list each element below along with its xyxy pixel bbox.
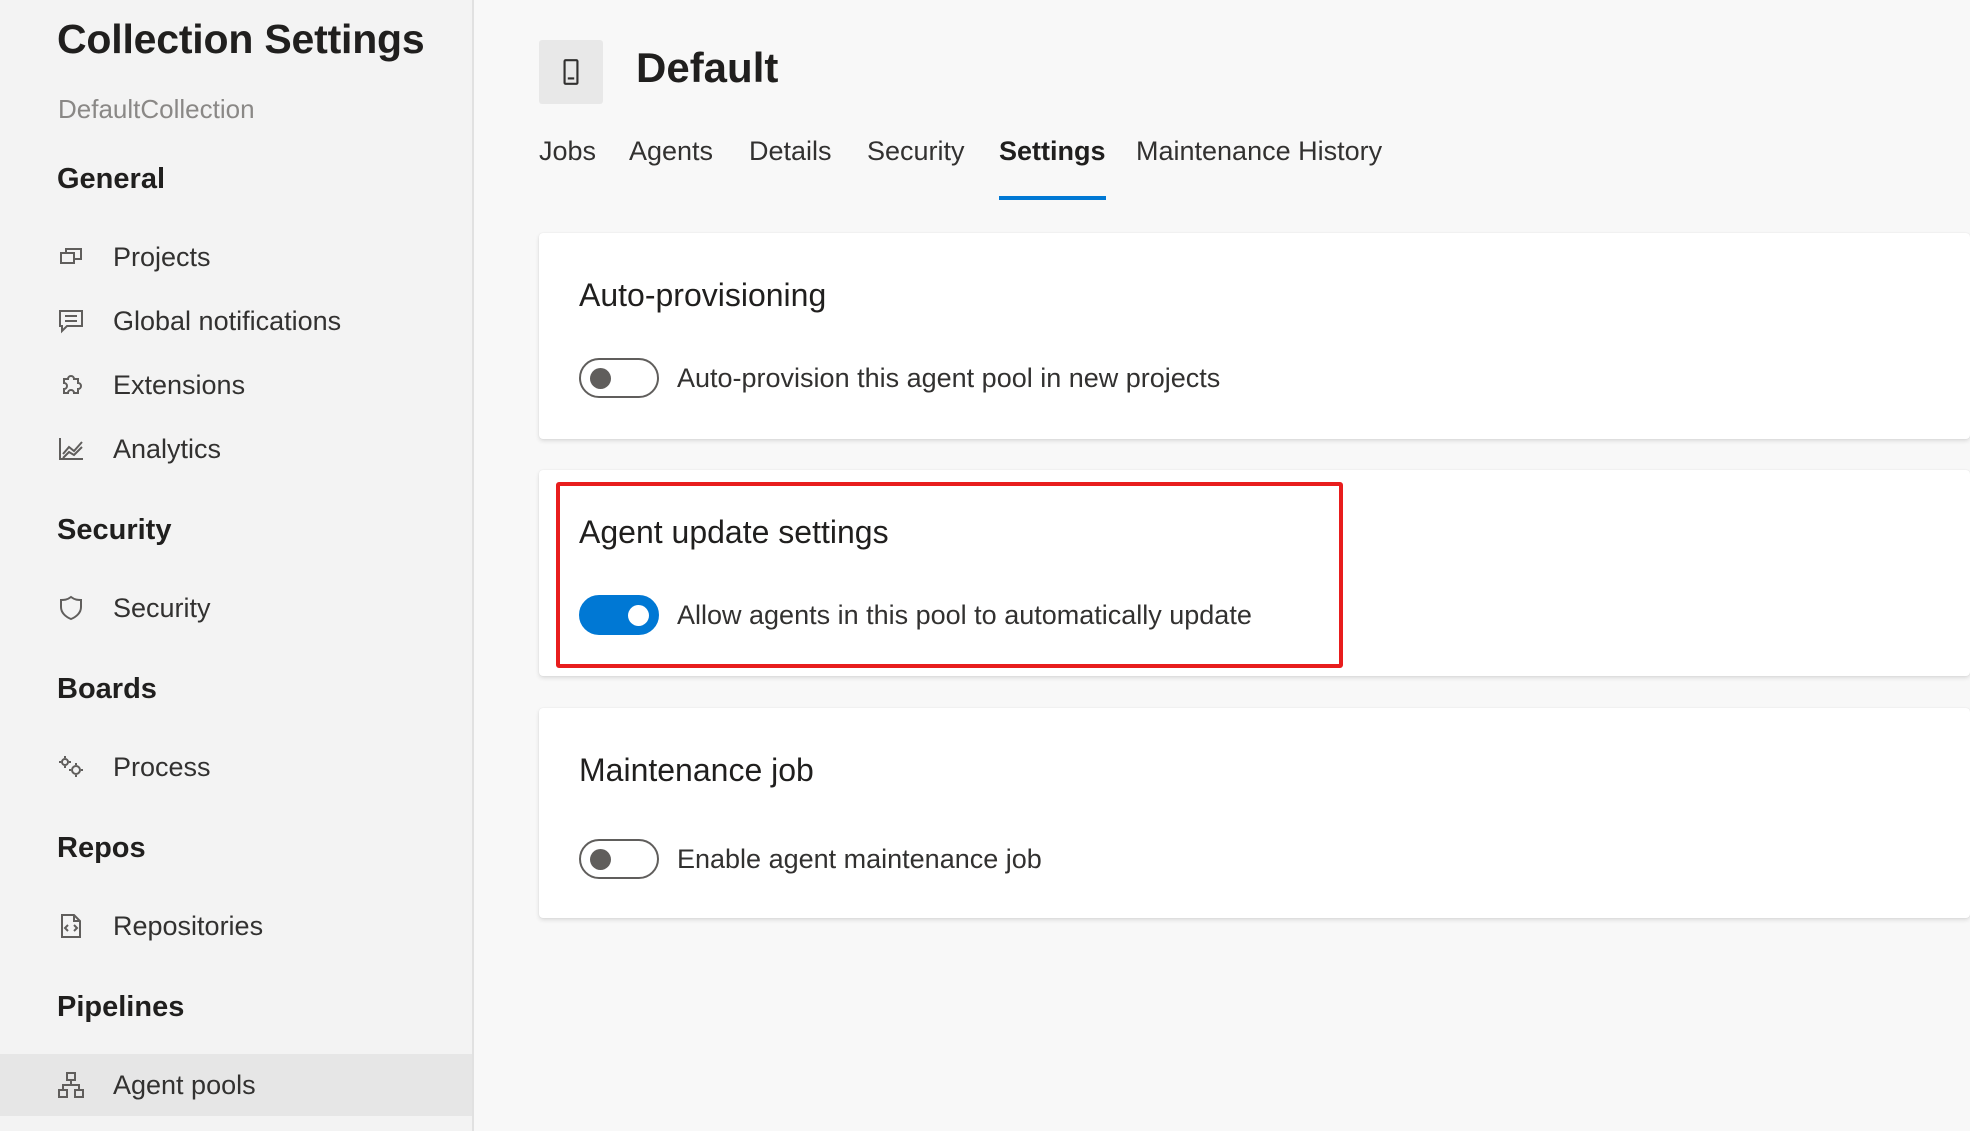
shield-icon [56, 593, 86, 623]
sidebar-item-label: Global notifications [113, 305, 342, 336]
sidebar-item-label: Agent pools [113, 1069, 256, 1100]
group-header-repos: Repos [57, 832, 146, 864]
tab-agents[interactable]: Agents [629, 136, 713, 202]
toggle-label: Enable agent maintenance job [677, 844, 1042, 874]
toggle-knob [590, 849, 611, 870]
toggle-knob [628, 605, 649, 626]
sidebar-item-global-notifications[interactable]: Global notifications [0, 290, 472, 352]
tab-maintenance-history[interactable]: Maintenance History [1136, 136, 1382, 202]
group-header-pipelines: Pipelines [57, 991, 185, 1023]
tab-settings[interactable]: Settings [999, 136, 1106, 202]
maintenance-job-card: Maintenance job Enable agent maintenance… [539, 708, 1970, 918]
sidebar-item-label: Security [113, 592, 211, 623]
sidebar-subtitle: DefaultCollection [58, 94, 255, 124]
card-title: Maintenance job [579, 752, 814, 788]
card-title: Auto-provisioning [579, 277, 827, 313]
sidebar-item-agent-pools[interactable]: Agent pools [0, 1054, 472, 1116]
toggle-knob [590, 368, 611, 389]
toggle-label: Auto-provision this agent pool in new pr… [677, 363, 1221, 393]
analytics-icon [56, 434, 86, 464]
sidebar-item-security[interactable]: Security [0, 577, 472, 639]
tab-details[interactable]: Details [749, 136, 832, 202]
sidebar-item-label: Repositories [113, 910, 264, 941]
maintenance-job-toggle[interactable] [579, 839, 659, 879]
active-tab-indicator [999, 196, 1106, 200]
sidebar-item-label: Projects [113, 241, 211, 272]
sidebar-item-label: Analytics [113, 433, 222, 464]
sidebar-item-extensions[interactable]: Extensions [0, 354, 472, 416]
agent-update-settings-card: Agent update settings Allow agents in th… [539, 470, 1970, 676]
tab-settings-label: Settings [999, 136, 1106, 166]
tab-security[interactable]: Security [867, 136, 965, 202]
projects-icon [56, 242, 86, 272]
tab-jobs[interactable]: Jobs [539, 136, 596, 202]
sidebar-item-projects[interactable]: Projects [0, 226, 472, 288]
agent-pools-icon [56, 1070, 86, 1100]
extensions-icon [56, 370, 86, 400]
sidebar-item-label: Process [113, 751, 211, 782]
page-title: Default [636, 44, 779, 91]
main-content: Default Jobs Agents Details Security Set… [476, 0, 1970, 1131]
sidebar: Collection Settings DefaultCollection Ge… [0, 0, 474, 1131]
process-icon [56, 752, 86, 782]
auto-provision-toggle[interactable] [579, 358, 659, 398]
auto-provisioning-card: Auto-provisioning Auto-provision this ag… [539, 233, 1970, 439]
auto-update-toggle[interactable] [579, 595, 659, 635]
sidebar-item-process[interactable]: Process [0, 736, 472, 798]
sidebar-title: Collection Settings [57, 16, 425, 62]
sidebar-item-repositories[interactable]: Repositories [0, 895, 472, 957]
notifications-icon [56, 306, 86, 336]
group-header-boards: Boards [57, 673, 157, 705]
toggle-label: Allow agents in this pool to automatical… [677, 600, 1252, 630]
repositories-icon [56, 911, 86, 941]
device-icon [539, 40, 603, 104]
group-header-general: General [57, 163, 165, 195]
group-header-security: Security [57, 514, 172, 546]
sidebar-item-analytics[interactable]: Analytics [0, 418, 472, 480]
card-title: Agent update settings [579, 514, 889, 550]
sidebar-item-label: Extensions [113, 369, 246, 400]
